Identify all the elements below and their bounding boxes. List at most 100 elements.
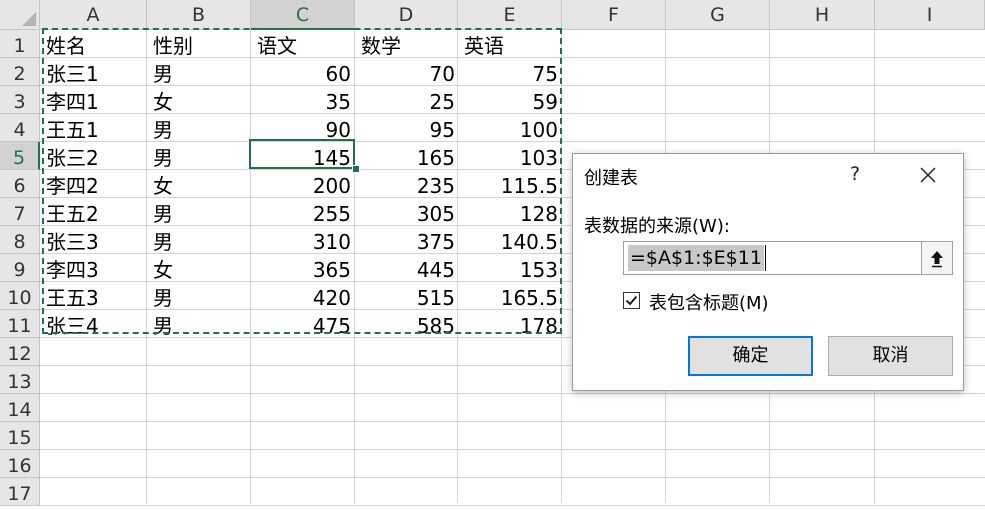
cell-b3[interactable]: 女: [149, 86, 251, 114]
cell-d6[interactable]: 235: [357, 170, 459, 198]
cell-e8[interactable]: 140.5: [460, 226, 562, 254]
row-gridline: [40, 421, 985, 422]
column-header-e[interactable]: E: [458, 0, 562, 30]
help-button[interactable]: ?: [850, 163, 860, 185]
row-header-10[interactable]: 10: [0, 282, 40, 310]
row-gridline: [40, 449, 985, 450]
row-header-1[interactable]: 1: [0, 30, 40, 58]
cell-e3[interactable]: 59: [460, 86, 562, 114]
cell-a8[interactable]: 张三3: [42, 226, 144, 254]
cell-c8[interactable]: 310: [253, 226, 355, 254]
cell-a2[interactable]: 张三1: [42, 58, 144, 86]
column-header-f[interactable]: F: [562, 0, 666, 30]
cell-a1[interactable]: 姓名: [42, 30, 144, 58]
cell-a6[interactable]: 李四2: [42, 170, 144, 198]
cancel-button[interactable]: 取消: [828, 336, 953, 376]
cell-b11[interactable]: 男: [149, 310, 251, 338]
source-range-input[interactable]: =$A$1:$E$11: [623, 241, 953, 275]
row-header-14[interactable]: 14: [0, 394, 40, 422]
cell-b10[interactable]: 男: [149, 282, 251, 310]
column-header-a[interactable]: A: [40, 0, 147, 30]
row-gridline: [40, 477, 985, 478]
collapse-arrow-icon: [931, 251, 943, 268]
cell-a11[interactable]: 张三4: [42, 310, 144, 338]
row-header-17[interactable]: 17: [0, 478, 40, 506]
row-gridline: [40, 393, 985, 394]
column-header-d[interactable]: D: [355, 0, 458, 30]
cell-a10[interactable]: 王五3: [42, 282, 144, 310]
cell-c10[interactable]: 420: [253, 282, 355, 310]
cell-d4[interactable]: 95: [357, 114, 459, 142]
cell-e4[interactable]: 100: [460, 114, 562, 142]
cell-c3[interactable]: 35: [253, 86, 355, 114]
has-headers-label[interactable]: 表包含标题(M): [649, 289, 769, 315]
cell-e10[interactable]: 165.5: [460, 282, 562, 310]
row-header-2[interactable]: 2: [0, 58, 40, 86]
column-header-h[interactable]: H: [770, 0, 875, 30]
collapse-dialog-button[interactable]: [921, 242, 952, 274]
cell-c4[interactable]: 90: [253, 114, 355, 142]
cell-b9[interactable]: 女: [149, 254, 251, 282]
cell-e9[interactable]: 153: [460, 254, 562, 282]
cell-c9[interactable]: 365: [253, 254, 355, 282]
cell-b4[interactable]: 男: [149, 114, 251, 142]
cell-b2[interactable]: 男: [149, 58, 251, 86]
column-gridline: [146, 30, 147, 503]
row-header-13[interactable]: 13: [0, 366, 40, 394]
cell-e2[interactable]: 75: [460, 58, 562, 86]
cell-c11[interactable]: 475: [253, 310, 355, 338]
row-header-16[interactable]: 16: [0, 450, 40, 478]
cell-e6[interactable]: 115.5: [460, 170, 562, 198]
cell-e11[interactable]: 178: [460, 310, 562, 338]
row-header-5[interactable]: 5: [0, 142, 40, 170]
cell-b1[interactable]: 性别: [149, 30, 251, 58]
create-table-dialog: 创建表 ? 表数据的来源(W): =$A$1:$E$11 表包含标题(M) 确定…: [572, 153, 964, 391]
close-button[interactable]: [915, 162, 941, 188]
row-header-4[interactable]: 4: [0, 114, 40, 142]
row-header-8[interactable]: 8: [0, 226, 40, 254]
dialog-title: 创建表: [584, 168, 638, 189]
cell-b7[interactable]: 男: [149, 198, 251, 226]
cell-e7[interactable]: 128: [460, 198, 562, 226]
cell-d1[interactable]: 数学: [357, 30, 459, 58]
column-header-i[interactable]: I: [875, 0, 985, 30]
cell-d5[interactable]: 165: [357, 142, 459, 170]
cell-d8[interactable]: 375: [357, 226, 459, 254]
row-header-11[interactable]: 11: [0, 310, 40, 338]
cell-d3[interactable]: 25: [357, 86, 459, 114]
cell-a5[interactable]: 张三2: [42, 142, 144, 170]
cell-e5[interactable]: 103: [460, 142, 562, 170]
text-caret: [765, 245, 766, 271]
column-header-c[interactable]: C: [251, 0, 355, 30]
row-header-6[interactable]: 6: [0, 170, 40, 198]
ok-button[interactable]: 确定: [688, 336, 813, 376]
cell-c7[interactable]: 255: [253, 198, 355, 226]
select-all-triangle-icon: [22, 12, 36, 26]
row-header-3[interactable]: 3: [0, 86, 40, 114]
cell-d10[interactable]: 515: [357, 282, 459, 310]
cell-a4[interactable]: 王五1: [42, 114, 144, 142]
column-header-b[interactable]: B: [147, 0, 251, 30]
cell-b5[interactable]: 男: [149, 142, 251, 170]
cell-a9[interactable]: 李四3: [42, 254, 144, 282]
row-header-15[interactable]: 15: [0, 422, 40, 450]
fill-handle[interactable]: [352, 165, 360, 173]
cell-d2[interactable]: 70: [357, 58, 459, 86]
cell-d11[interactable]: 585: [357, 310, 459, 338]
cell-a7[interactable]: 王五2: [42, 198, 144, 226]
cell-a3[interactable]: 李四1: [42, 86, 144, 114]
cell-b8[interactable]: 男: [149, 226, 251, 254]
cell-c1[interactable]: 语文: [253, 30, 355, 58]
select-all-button[interactable]: [0, 0, 40, 30]
column-header-g[interactable]: G: [666, 0, 770, 30]
row-header-9[interactable]: 9: [0, 254, 40, 282]
row-header-12[interactable]: 12: [0, 338, 40, 366]
row-header-7[interactable]: 7: [0, 198, 40, 226]
cell-d9[interactable]: 445: [357, 254, 459, 282]
cell-e1[interactable]: 英语: [460, 30, 562, 58]
cell-c2[interactable]: 60: [253, 58, 355, 86]
cell-c6[interactable]: 200: [253, 170, 355, 198]
has-headers-checkbox[interactable]: [623, 292, 640, 309]
cell-b6[interactable]: 女: [149, 170, 251, 198]
cell-d7[interactable]: 305: [357, 198, 459, 226]
